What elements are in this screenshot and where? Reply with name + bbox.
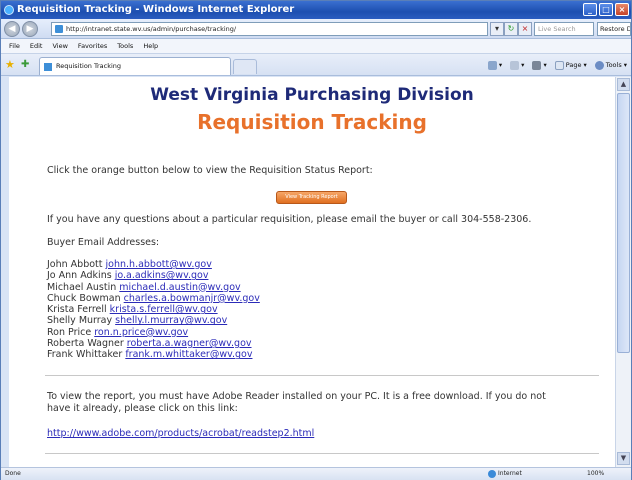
buyer-name: Roberta Wagner (47, 338, 124, 350)
page-menu-button[interactable]: Page ▾ (554, 58, 587, 72)
close-button[interactable]: × (615, 3, 629, 16)
window-title: Requisition Tracking - Windows Internet … (17, 4, 295, 15)
print-button[interactable]: ▾ (532, 58, 547, 72)
adobe-reader-link[interactable]: http://www.adobe.com/products/acrobat/re… (47, 428, 314, 439)
buyer-email-link[interactable]: krista.s.ferrell@wv.gov (110, 304, 218, 315)
buyer-row: Jo Ann Adkins jo.a.adkins@wv.gov (47, 270, 260, 281)
zoom-level[interactable]: 100% (587, 468, 604, 480)
buyer-email-link[interactable]: roberta.a.wagner@wv.gov (127, 338, 252, 349)
buyer-row: John Abbott john.h.abbott@wv.gov (47, 259, 260, 270)
buyer-email-link[interactable]: john.h.abbott@wv.gov (106, 259, 212, 270)
security-zone: Internet (488, 468, 522, 480)
page-menu-label: Page (565, 61, 582, 69)
menu-bar: File Edit View Favorites Tools Help (1, 39, 631, 54)
new-tab-button[interactable] (233, 59, 257, 74)
address-bar: ◀ ▶ http://intranet.state.wv.us/admin/pu… (1, 19, 631, 39)
url-text: http://intranet.state.wv.us/admin/purcha… (66, 25, 237, 33)
tools-menu-label: Tools (605, 61, 622, 69)
feeds-button[interactable]: ▾ (510, 58, 524, 72)
zone-label: Internet (498, 470, 522, 477)
home-icon (487, 60, 497, 70)
menu-tools[interactable]: Tools (112, 39, 138, 53)
tab-label: Requisition Tracking (56, 62, 122, 70)
scroll-thumb[interactable] (617, 93, 630, 353)
buyer-row: Shelly Murray shelly.l.murray@wv.gov (47, 315, 260, 326)
globe-icon (488, 470, 496, 478)
buyer-row: Krista Ferrell krista.s.ferrell@wv.gov (47, 304, 260, 315)
buyer-row: Ron Price ron.n.price@wv.gov (47, 327, 260, 338)
maximize-button[interactable]: □ (599, 3, 613, 16)
status-text: Done (5, 470, 21, 477)
buyer-name: Jo Ann Adkins (47, 270, 112, 282)
menu-view[interactable]: View (47, 39, 72, 53)
status-bar: Done Internet 100% (1, 467, 631, 480)
view-tracking-report-button[interactable]: View Tracking Report (276, 191, 347, 204)
divider (45, 375, 599, 376)
buyer-name: John Abbott (47, 259, 103, 270)
buyers-heading: Buyer Email Addresses: (47, 237, 160, 248)
print-icon (532, 60, 542, 70)
buyer-list: John Abbott john.h.abbott@wv.gov Jo Ann … (47, 259, 260, 361)
org-title: West Virginia Purchasing Division (150, 85, 474, 105)
feeds-icon (510, 60, 520, 70)
url-input[interactable]: http://intranet.state.wv.us/admin/purcha… (51, 22, 488, 36)
reader-text-line-2: have it already, please click on this li… (47, 403, 238, 414)
vertical-scrollbar[interactable]: ▲ ▼ (615, 77, 631, 467)
internet-explorer-icon (4, 5, 14, 15)
favorites-star-icon[interactable]: ★ (5, 59, 15, 70)
scroll-down-arrow-icon[interactable]: ▼ (617, 452, 630, 465)
tab-requisition-tracking[interactable]: Requisition Tracking (39, 57, 231, 75)
buyer-email-link[interactable]: michael.d.austin@wv.gov (119, 282, 240, 293)
minimize-button[interactable]: _ (583, 3, 597, 16)
menu-file[interactable]: File (4, 39, 25, 53)
restore-field[interactable]: Restore Do (597, 22, 631, 36)
question-text: If you have any questions about a partic… (47, 214, 532, 225)
tools-menu-button[interactable]: Tools ▾ (594, 58, 627, 72)
menu-help[interactable]: Help (138, 39, 163, 53)
buyer-name: Frank Whittaker (47, 349, 123, 361)
window-controls: _ □ × (583, 3, 629, 16)
search-input[interactable]: Live Search (534, 22, 594, 36)
home-button[interactable]: ▾ (487, 58, 502, 72)
page-content: West Virginia Purchasing Division Requis… (9, 77, 615, 467)
tab-page-icon (44, 63, 52, 71)
buyer-row: Chuck Bowman charles.a.bowmanjr@wv.gov (47, 293, 260, 304)
menu-edit[interactable]: Edit (25, 39, 48, 53)
buyer-email-link[interactable]: ron.n.price@wv.gov (94, 327, 188, 338)
browser-window: Requisition Tracking - Windows Internet … (0, 0, 632, 480)
search-placeholder: Live Search (538, 25, 576, 33)
page-icon (554, 60, 564, 70)
address-dropdown-button[interactable]: ▾ (490, 22, 504, 36)
buyer-email-link[interactable]: jo.a.adkins@wv.gov (115, 270, 209, 281)
buyer-row: Frank Whittaker frank.m.whittaker@wv.gov (47, 349, 260, 360)
divider (45, 453, 599, 454)
buyer-name: Michael Austin (47, 281, 117, 293)
buyer-row: Roberta Wagner roberta.a.wagner@wv.gov (47, 338, 260, 349)
gear-icon (594, 60, 604, 70)
reader-text-line-1: To view the report, you must have Adobe … (47, 391, 546, 402)
restore-label: Restore Do (600, 25, 630, 33)
page-heading: Requisition Tracking (197, 110, 427, 134)
buyer-name: Krista Ferrell (47, 304, 107, 316)
command-bar: ▾ ▾ ▾ Page ▾ Tools ▾ (487, 58, 627, 72)
add-favorites-icon[interactable]: ✚ (21, 59, 29, 70)
buyer-row: Michael Austin michael.d.austin@wv.gov (47, 282, 260, 293)
page-icon (55, 25, 63, 33)
buyer-email-link[interactable]: shelly.l.murray@wv.gov (115, 315, 227, 326)
back-button[interactable]: ◀ (4, 21, 20, 37)
stop-button[interactable]: × (518, 22, 532, 36)
buyer-email-link[interactable]: frank.m.whittaker@wv.gov (125, 349, 252, 360)
menu-favorites[interactable]: Favorites (73, 39, 112, 53)
buyer-name: Chuck Bowman (47, 292, 121, 304)
title-bar: Requisition Tracking - Windows Internet … (1, 1, 631, 19)
buyer-email-link[interactable]: charles.a.bowmanjr@wv.gov (124, 293, 260, 304)
forward-button[interactable]: ▶ (22, 21, 38, 37)
instruction-text: Click the orange button below to view th… (47, 165, 373, 176)
tab-bar: ★ ✚ Requisition Tracking ▾ ▾ ▾ Page ▾ Too… (1, 54, 631, 76)
buyer-name: Ron Price (47, 326, 92, 338)
scroll-up-arrow-icon[interactable]: ▲ (617, 78, 630, 91)
refresh-button[interactable]: ↻ (504, 22, 518, 36)
buyer-name: Shelly Murray (47, 315, 113, 327)
